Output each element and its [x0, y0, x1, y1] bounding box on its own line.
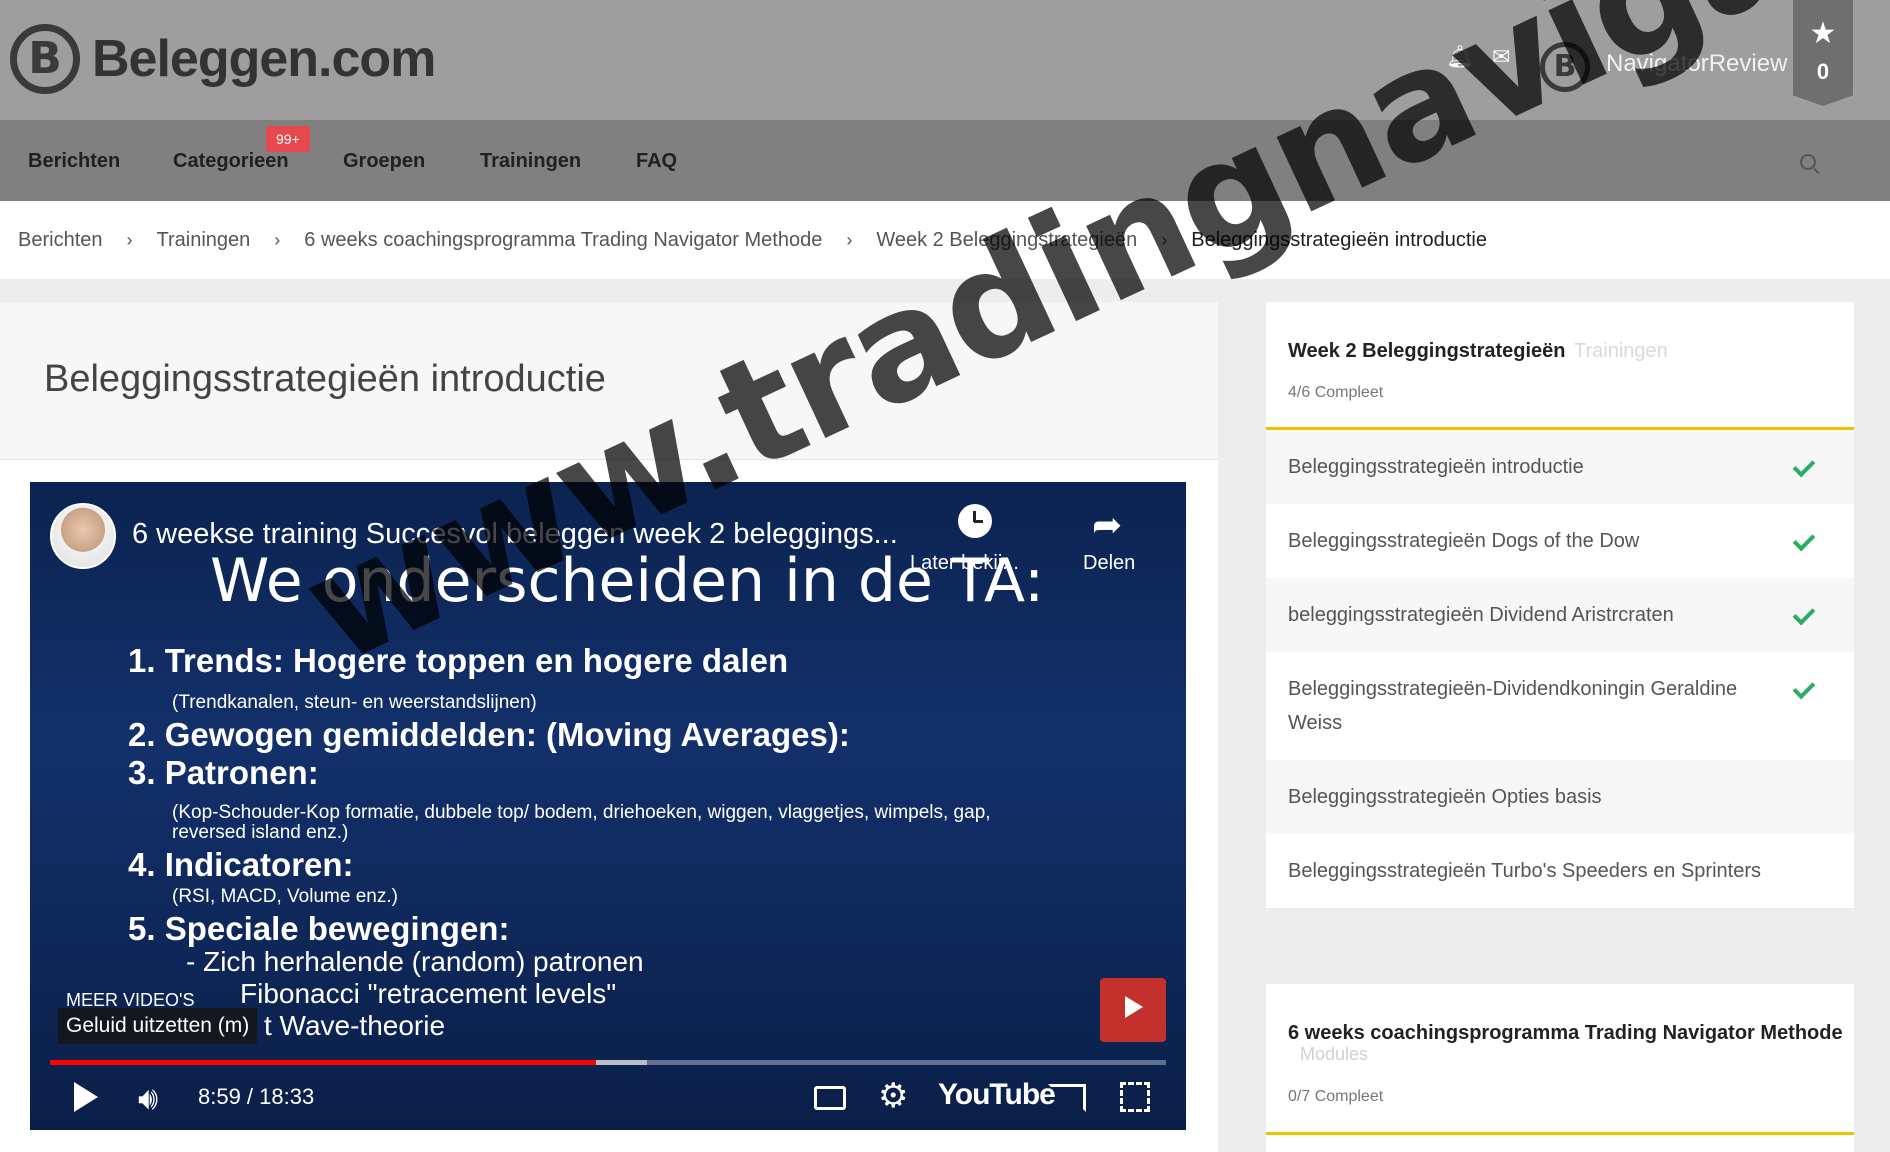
check-icon	[1792, 454, 1816, 478]
user-avatar[interactable]: B	[1540, 42, 1590, 92]
notification-badge: 99+	[266, 126, 310, 152]
check-icon	[1792, 528, 1816, 552]
captions-icon[interactable]	[814, 1086, 846, 1110]
breadcrumb-item[interactable]: Week 2 Beleggingstrategieën	[876, 229, 1137, 252]
program-title[interactable]: 6 weeks coachingsprogramma Trading Navig…	[1288, 1022, 1843, 1045]
slide-sub: (Kop-Schouder-Kop formatie, dubbele top/…	[172, 802, 991, 823]
played-bar	[50, 1060, 596, 1065]
nav-groepen[interactable]: Groepen	[343, 150, 425, 173]
breadcrumb-item[interactable]: 6 weeks coachingsprogramma Trading Navig…	[304, 229, 822, 252]
slide-sub: Fibonacci "retracement levels"	[240, 978, 617, 1009]
cast-icon[interactable]	[1048, 1084, 1086, 1112]
mute-tooltip: Geluid uitzetten (m)	[58, 1008, 258, 1044]
volume-icon[interactable]: 🔊︎	[138, 1080, 158, 1118]
chevron-right-icon: ›	[846, 230, 853, 250]
slide-sub: (RSI, MACD, Volume enz.)	[172, 886, 398, 907]
program-card: 6 weeks coachingsprogramma Trading Navig…	[1266, 984, 1854, 1152]
lesson-label: Beleggingsstrategieën Turbo's Speeders e…	[1288, 860, 1761, 882]
fullscreen-icon[interactable]	[1120, 1082, 1150, 1112]
lesson-item[interactable]: beleggingsstrategieën Dividend Aristrcra…	[1266, 578, 1854, 652]
lesson-item[interactable]: Beleggingsstrategieën Turbo's Speeders e…	[1266, 834, 1854, 908]
site-logo[interactable]: Beleggen.com	[10, 24, 436, 94]
envelope-icon[interactable]: ✉︎	[1492, 46, 1512, 68]
lesson-item[interactable]: Beleggingsstrategieën-Dividendkoningin G…	[1266, 652, 1854, 760]
favorites-count: 0	[1816, 59, 1830, 84]
lesson-label: Beleggingsstrategieën introductie	[1288, 456, 1584, 478]
search-icon[interactable]	[1800, 154, 1816, 170]
slide-line: 5. Speciale bewegingen:	[128, 910, 510, 947]
user-name[interactable]: NavigatorReview	[1606, 50, 1787, 78]
bell-icon[interactable]: 🔔︎	[1446, 46, 1474, 68]
share-label[interactable]: Delen	[1083, 552, 1135, 575]
program-tag[interactable]: Modules	[1300, 1044, 1368, 1065]
subscribe-button[interactable]	[1100, 978, 1166, 1042]
favorites-badge[interactable]: ★ 0	[1793, 0, 1853, 106]
channel-avatar[interactable]	[50, 503, 116, 569]
page-title: Beleggingsstrategieën introductie	[44, 358, 606, 400]
slide-heading: We onderscheiden in de TA:	[210, 546, 1045, 616]
lesson-label: Beleggingsstrategieën Dogs of the Dow	[1288, 530, 1640, 552]
clock-icon[interactable]	[958, 504, 992, 538]
slide-sub: - Zich herhalende (random) patronen	[186, 946, 644, 977]
slide-sub: t Wave-theorie	[264, 1010, 446, 1041]
program-progress: 0/7 Compleet	[1288, 1088, 1384, 1105]
week-module-card: Week 2 Beleggingstrategieën Trainingen 4…	[1266, 302, 1854, 908]
video-progress-bar[interactable]	[50, 1060, 1166, 1065]
check-icon	[1792, 676, 1816, 700]
nav-trainingen[interactable]: Trainingen	[480, 150, 581, 173]
slide-sub: reversed island enz.)	[172, 822, 349, 843]
play-icon[interactable]	[74, 1082, 98, 1112]
slide-line: 1. Trends: Hogere toppen en hogere dalen	[128, 642, 789, 679]
logo-mark-icon	[10, 24, 80, 94]
breadcrumb-current: Beleggingsstrategieën introductie	[1191, 229, 1487, 251]
brand-name: Beleggen.com	[92, 30, 436, 88]
breadcrumb-item[interactable]: Berichten	[18, 229, 103, 252]
nav-faq[interactable]: FAQ	[636, 150, 677, 173]
breadcrumb: Berichten › Trainingen › 6 weeks coachin…	[18, 229, 1487, 252]
nav-berichten[interactable]: Berichten	[28, 150, 120, 173]
program-divider	[1266, 1132, 1854, 1135]
lesson-label: beleggingsstrategieën Dividend Aristrcra…	[1288, 604, 1674, 626]
youtube-logo[interactable]: YouTube	[938, 1078, 1056, 1112]
slide-line: 3. Patronen:	[128, 754, 319, 791]
slide-sub: (Trendkanalen, steun- en weerstandslijne…	[172, 692, 537, 713]
chevron-right-icon: ›	[1161, 230, 1168, 250]
check-icon	[1792, 602, 1816, 626]
share-icon[interactable]: ➦	[1092, 504, 1122, 546]
week-header: Week 2 Beleggingstrategieën Trainingen 4…	[1266, 302, 1854, 430]
lesson-list: Beleggingsstrategieën introductie Beleggi…	[1266, 430, 1854, 908]
gear-icon[interactable]: ⚙	[878, 1076, 908, 1116]
lesson-item[interactable]: Beleggingsstrategieën Dogs of the Dow	[1266, 504, 1854, 578]
week-title[interactable]: Week 2 Beleggingstrategieën	[1288, 340, 1566, 363]
video-time: 8:59 / 18:33	[198, 1084, 315, 1109]
chevron-right-icon: ›	[274, 230, 281, 250]
lesson-item[interactable]: Beleggingsstrategieën introductie	[1266, 430, 1854, 504]
header-icons: 🔔︎ ✉︎	[1446, 46, 1512, 68]
slide-line: 4. Indicatoren:	[128, 846, 354, 883]
breadcrumb-item[interactable]: Trainingen	[157, 229, 251, 252]
week-progress: 4/6 Compleet	[1288, 384, 1384, 401]
week-tag[interactable]: Trainingen	[1574, 340, 1668, 363]
star-icon: ★	[1809, 17, 1837, 50]
nav-categorieen[interactable]: Categorieen	[173, 150, 289, 173]
slide-line: 2. Gewogen gemiddelden: (Moving Averages…	[128, 716, 850, 753]
chevron-right-icon: ›	[126, 230, 133, 250]
lesson-label: Beleggingsstrategieën-Dividendkoningin G…	[1288, 678, 1738, 734]
lesson-item[interactable]: Beleggingsstrategieën Opties basis	[1266, 760, 1854, 834]
lesson-label: Beleggingsstrategieën Opties basis	[1288, 786, 1602, 808]
